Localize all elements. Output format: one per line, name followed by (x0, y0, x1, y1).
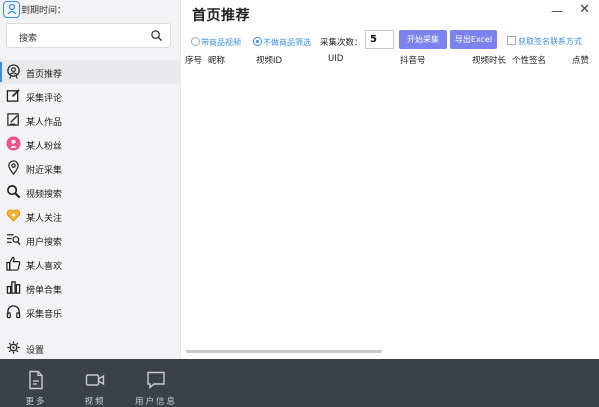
sidebar-item-collect-music[interactable]: 采集音乐 (0, 300, 181, 324)
column-header[interactable]: UID (328, 54, 343, 64)
column-header[interactable]: 序号 (185, 54, 202, 66)
expire-time-label: 到期时间： (21, 6, 67, 16)
sidebar-item-user-follows[interactable]: 某人关注 (0, 204, 181, 228)
sidebar-item-label: 某人关注 (26, 214, 63, 224)
get-signature-contact-checkbox[interactable]: 获取签名联系方式 (507, 36, 582, 47)
sidebar-item-user-likes[interactable]: 某人喜欢 (0, 252, 181, 276)
bar-chart-icon (6, 281, 21, 294)
bottom-item-video[interactable]: 视频 (65, 359, 125, 407)
pink-user-icon (6, 136, 21, 151)
scrollbar-thumb[interactable] (186, 350, 382, 353)
bottom-item-label: 用户信息 (134, 397, 177, 407)
checkbox-unchecked-icon (507, 36, 516, 45)
sidebar-item-label: 附近采集 (26, 166, 63, 176)
sidebar-item-collect-comments[interactable]: 采集评论 (0, 84, 181, 108)
sidebar-item-label: 榜单合集 (26, 286, 63, 296)
search-icon[interactable] (150, 29, 163, 42)
radio-goods-video[interactable]: 带商品视频 (191, 37, 241, 48)
headphones-icon (6, 305, 21, 319)
collect-count-input[interactable]: 5 (365, 30, 394, 49)
column-header[interactable]: 视频时长 (472, 54, 506, 66)
sidebar-item-nearby[interactable]: 附近采集 (0, 156, 181, 180)
edit-icon (6, 89, 20, 102)
document-icon (29, 370, 43, 390)
sidebar-item-label: 设置 (26, 346, 45, 356)
sidebar-item-label: 采集音乐 (26, 310, 63, 320)
close-icon[interactable]: ✕ (579, 2, 590, 17)
heart-icon (6, 209, 21, 222)
radio-checked-icon (253, 37, 262, 46)
sidebar-item-label: 视频搜索 (26, 190, 63, 200)
app-logo-icon (3, 1, 20, 18)
sidebar-item-video-search[interactable]: 视频搜索 (0, 180, 181, 204)
bottom-item-label: 更多 (25, 397, 47, 407)
location-pin-icon (8, 160, 19, 175)
thumb-up-icon (6, 256, 21, 271)
minimize-icon[interactable]: — (551, 4, 563, 18)
radio-label: 带商品视频 (201, 38, 241, 47)
sidebar-item-user-search[interactable]: 用户搜索 (0, 228, 181, 252)
bottom-bar: 更多 视频 用户信息 (0, 359, 599, 407)
sidebar-item-rankings[interactable]: 榜单合集 (0, 276, 181, 300)
search-icon (7, 185, 21, 199)
horizontal-scrollbar[interactable] (186, 349, 596, 354)
column-header[interactable]: 视频ID (256, 54, 282, 66)
sidebar-item-label: 首页推荐 (26, 70, 63, 80)
list-search-icon (6, 234, 21, 246)
sidebar-item-label: 某人作品 (26, 118, 63, 128)
column-header[interactable]: 昵称 (208, 54, 225, 66)
collect-count-label: 采集次数： (320, 38, 363, 48)
column-header[interactable]: 点赞 (572, 54, 589, 66)
bottom-item-user-info[interactable]: 用户信息 (126, 359, 186, 407)
gear-icon (7, 341, 20, 354)
doc-edit-icon (7, 113, 19, 126)
sidebar-item-label: 用户搜索 (26, 238, 63, 248)
checkbox-label: 获取签名联系方式 (518, 37, 582, 46)
bottom-item-more[interactable]: 更多 (6, 359, 66, 407)
sidebar-item-label: 某人喜欢 (26, 262, 63, 272)
radio-unchecked-icon (191, 37, 200, 46)
column-header[interactable]: 个性签名 (512, 54, 546, 66)
search-input[interactable]: 搜索 (6, 23, 171, 48)
export-excel-button[interactable]: 导出Excel (450, 30, 497, 49)
start-collect-button[interactable]: 开始采集 (399, 30, 447, 49)
radio-label: 不做商品筛选 (263, 38, 311, 47)
radio-no-goods-filter[interactable]: 不做商品筛选 (253, 37, 311, 48)
sidebar-item-label: 采集评论 (26, 94, 63, 104)
main-panel: 首页推荐 — ✕ 带商品视频 不做商品筛选 采集次数： 5 开始采集 导出Exc… (182, 0, 599, 359)
video-camera-icon (85, 374, 105, 386)
sidebar: 到期时间： 搜索 首页推荐 采集评论 某人作品 某人粉丝 附近采集 视频搜索 某… (0, 0, 181, 359)
bottom-item-label: 视频 (84, 397, 106, 407)
search-placeholder: 搜索 (19, 34, 38, 44)
sidebar-item-home-recommend[interactable]: 首页推荐 (0, 60, 181, 84)
sidebar-item-user-fans[interactable]: 某人粉丝 (0, 132, 181, 156)
sidebar-item-label: 某人粉丝 (26, 142, 63, 152)
table-header: 序号 昵称 视频ID UID 抖音号 视频时长 个性签名 点赞 (182, 54, 599, 68)
user-badge-icon (7, 64, 20, 79)
column-header[interactable]: 抖音号 (400, 54, 426, 66)
sidebar-item-user-works[interactable]: 某人作品 (0, 108, 181, 132)
sidebar-item-settings[interactable]: 设置 (0, 336, 181, 360)
chat-bubble-icon (147, 371, 165, 390)
page-title: 首页推荐 (192, 8, 250, 24)
sidebar-header: 到期时间： (0, 0, 181, 19)
